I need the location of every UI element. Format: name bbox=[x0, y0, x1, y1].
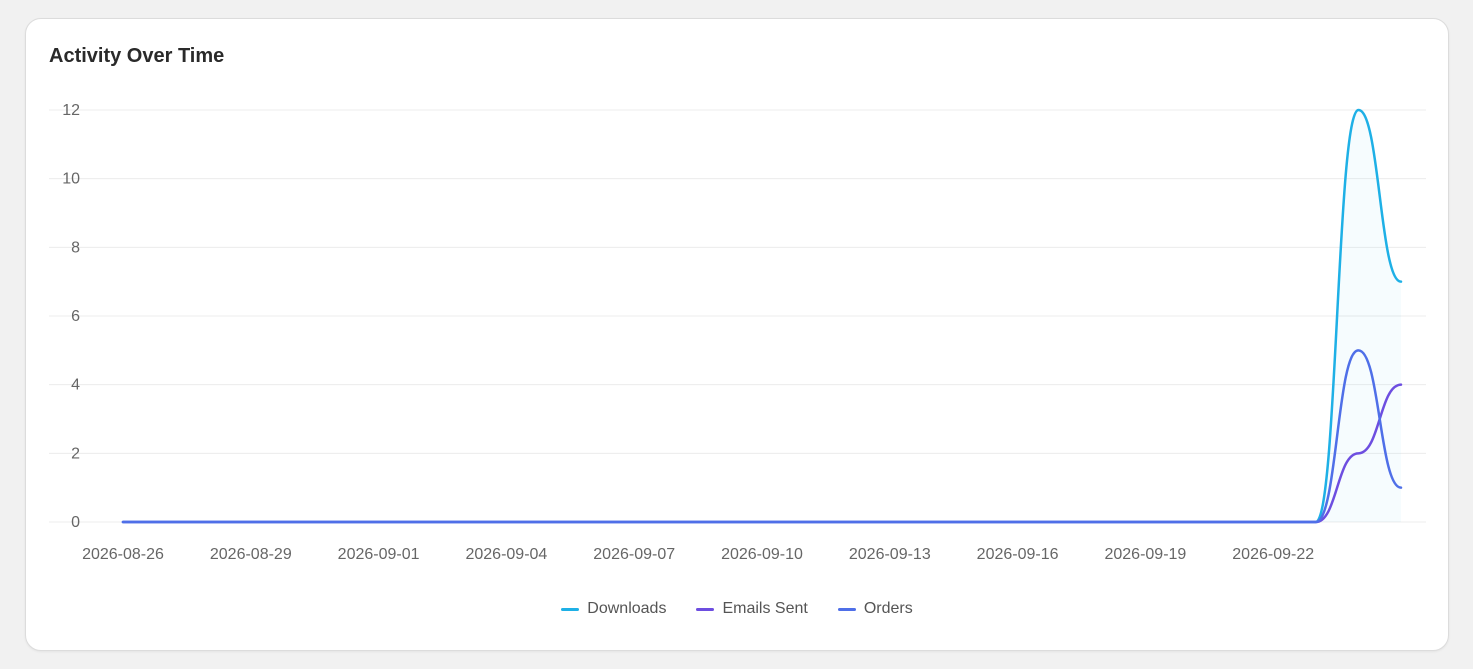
x-tick-label: 2026-09-19 bbox=[1104, 546, 1186, 563]
x-tick-label: 2026-08-26 bbox=[82, 546, 164, 563]
legend-label: Emails Sent bbox=[722, 600, 808, 617]
y-tick-label: 4 bbox=[71, 377, 80, 394]
legend-label: Downloads bbox=[587, 600, 667, 617]
x-tick-label: 2026-09-01 bbox=[338, 546, 420, 563]
legend-item-emails-sent[interactable]: Emails Sent bbox=[696, 600, 808, 618]
legend-label: Orders bbox=[863, 600, 913, 617]
x-tick-label: 2026-09-10 bbox=[721, 546, 803, 563]
y-tick-label: 10 bbox=[62, 171, 80, 188]
x-tick-label: 2026-09-16 bbox=[977, 546, 1059, 563]
y-tick-label: 2 bbox=[71, 445, 80, 462]
legend-swatch bbox=[696, 607, 715, 611]
chart-card: Activity Over Time 0 2 4 6 8 10 12 2026-08-26 20… bbox=[25, 18, 1449, 651]
y-tick-label: 12 bbox=[62, 102, 80, 119]
series-line-orders bbox=[121, 349, 1403, 524]
legend-swatch bbox=[837, 607, 856, 611]
y-tick-label: 8 bbox=[71, 239, 80, 256]
y-tick-label: 0 bbox=[71, 514, 80, 531]
line-chart: 0 2 4 6 8 10 12 2026-08-26 2026-08-29 2026-09-01 2… bbox=[49, 102, 1426, 563]
x-tick-label: 2026-09-22 bbox=[1232, 546, 1314, 563]
legend-item-downloads[interactable]: Downloads bbox=[561, 600, 666, 618]
x-tick-label: 2026-09-04 bbox=[465, 546, 547, 563]
x-tick-label: 2026-09-13 bbox=[849, 546, 931, 563]
legend-swatch bbox=[561, 607, 580, 611]
chart-legend: Downloads Emails Sent Orders bbox=[26, 600, 1448, 618]
legend-item-orders[interactable]: Orders bbox=[837, 600, 913, 618]
x-tick-label: 2026-08-29 bbox=[210, 546, 292, 563]
y-tick-label: 6 bbox=[71, 308, 80, 325]
x-tick-label: 2026-09-07 bbox=[593, 546, 675, 563]
